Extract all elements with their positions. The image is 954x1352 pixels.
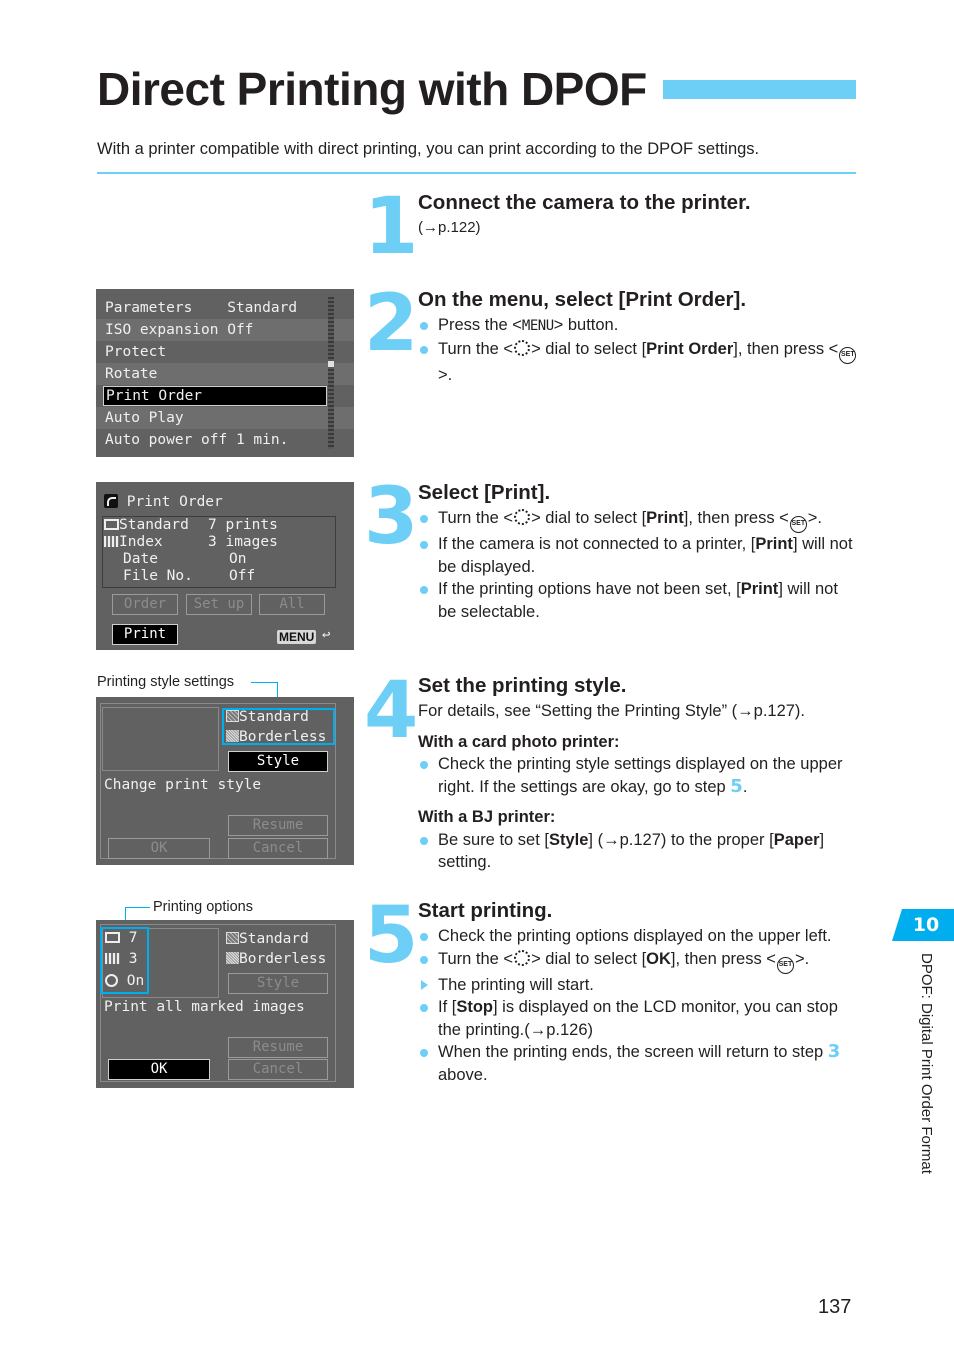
step-4-heading: Set the printing style. [418, 674, 627, 697]
step-ref: 3 [827, 1041, 841, 1062]
list-item: If the camera is not connected to a prin… [418, 533, 858, 578]
menu-row: Parameters Standard [105, 300, 298, 316]
set-button-icon: SET [776, 956, 794, 974]
step-4: Set the printing style. For details, see… [418, 674, 858, 874]
step-4-intro: For details, see “Setting the Printing S… [418, 702, 806, 720]
step-1: Connect the camera to the printer. (→p.1… [418, 191, 858, 240]
set-up-button[interactable]: Set up [186, 594, 252, 615]
bullet-icon [420, 836, 428, 845]
step-3: Select [Print]. Turn the < > dial to sele… [418, 481, 858, 623]
bullet-icon [420, 1049, 428, 1057]
callout-line [251, 682, 278, 683]
set-button-icon: SET [789, 516, 807, 533]
ok-button[interactable]: OK [108, 1059, 210, 1080]
step-number-3: 3 [364, 472, 419, 562]
list-item: Turn the < > dial to select [Print Order]… [418, 338, 858, 387]
menu-button-label: MENU [521, 318, 554, 334]
lcd-message: Print all marked images [104, 999, 305, 1015]
menu-row: Rotate [96, 363, 354, 385]
printing-style-settings-callout: Printing style settings [97, 674, 235, 690]
step-2: On the menu, select [Print Order]. Press… [418, 288, 858, 386]
style-button[interactable]: Style [228, 751, 328, 772]
list-item: Check the printing options displayed on … [418, 925, 858, 948]
bullet-icon [420, 541, 428, 549]
bullet-icon [420, 345, 428, 354]
cancel-button[interactable]: Cancel [228, 838, 328, 859]
standard-print-icon [104, 519, 119, 530]
main-dial-icon [514, 949, 531, 966]
step-ref: 5 [730, 775, 743, 797]
step-1-heading: Connect the camera to the printer. [418, 191, 751, 214]
bullet-icon [420, 586, 428, 594]
bj-printer-subheading: With a BJ printer: [418, 808, 556, 826]
bullet-icon [420, 515, 428, 523]
card-photo-printer-subheading: With a card photo printer: [418, 732, 620, 751]
printing-style-highlight [222, 708, 335, 745]
step-number-1: 1 [364, 182, 419, 272]
menu-row-selected: Print Order [103, 386, 327, 406]
set-button-icon: SET [839, 346, 857, 364]
bullet-icon [420, 955, 428, 964]
main-dial-icon [514, 339, 531, 356]
printing-options-callout: Printing options [153, 899, 253, 915]
step-1-ref: (→p.122) [418, 219, 481, 236]
page-title: Direct Printing with DPOF [97, 63, 647, 115]
step-3-heading: Select [Print]. [418, 481, 551, 504]
list-item: Be sure to set [Style] (→p.127) to the p… [418, 829, 858, 874]
bullet-icon [420, 933, 428, 941]
menu-row: Auto Play [96, 407, 354, 429]
borderless-paper-icon [226, 952, 239, 964]
cancel-button[interactable]: Cancel [228, 1059, 328, 1080]
lcd-print-order-screen: Print Order Standard 7 prints Index 3 im… [96, 482, 354, 650]
print-icon [104, 494, 118, 508]
header-divider [97, 172, 856, 174]
style-button[interactable]: Style [228, 973, 328, 994]
step-5: Start printing. Check the printing optio… [418, 899, 858, 1086]
print-button[interactable]: Print [112, 624, 178, 645]
resume-button[interactable]: Resume [228, 1037, 328, 1058]
list-item: If the printing options have not been se… [418, 578, 858, 623]
bullet-icon [420, 761, 428, 769]
list-item: The printing will start. [418, 974, 858, 997]
bullet-icon [420, 1004, 428, 1012]
chapter-label: DPOF: Digital Print Order Format [918, 953, 935, 1174]
step-5-heading: Start printing. [418, 899, 553, 922]
menu-row: Auto power off 1 min. [105, 432, 289, 448]
list-item: If [Stop] is displayed on the LCD monito… [418, 996, 858, 1041]
result-arrow-icon [421, 979, 428, 990]
index-print-icon [104, 536, 119, 547]
menu-badge: MENU [277, 630, 317, 644]
menu-scrollbar [328, 297, 334, 449]
list-item: Check the printing style settings displa… [418, 753, 858, 798]
list-item: When the printing ends, the screen will … [418, 1041, 858, 1086]
page-number: 137 [818, 1296, 852, 1318]
list-item: Press the <MENU> button. [418, 314, 858, 338]
lcd-menu-screen: Parameters Standard ISO expansion Off Pr… [96, 289, 354, 457]
order-button[interactable]: Order [112, 594, 178, 615]
standard-paper-icon [226, 932, 239, 944]
printing-options-highlight [100, 927, 149, 994]
return-icon: ↩ [322, 627, 331, 643]
step-number-4: 4 [364, 666, 419, 756]
list-item: Turn the < > dial to select [Print], then… [418, 507, 858, 533]
list-item: Turn the < > dial to select [OK], then pr… [418, 948, 858, 974]
callout-line [125, 907, 150, 908]
ok-button[interactable]: OK [108, 838, 210, 859]
lcd-message: Change print style [104, 777, 262, 793]
chapter-tab: 10 [892, 909, 954, 941]
menu-row: Protect [105, 344, 167, 360]
all-button[interactable]: All [259, 594, 325, 615]
resume-button[interactable]: Resume [228, 815, 328, 836]
menu-scroll-thumb [328, 361, 334, 367]
main-dial-icon [514, 509, 531, 525]
step-number-2: 2 [364, 279, 419, 369]
intro-text: With a printer compatible with direct pr… [97, 140, 760, 158]
title-accent-bar [663, 80, 856, 99]
menu-row: ISO expansion Off [96, 319, 354, 341]
print-order-title: Print Order [126, 494, 223, 510]
bullet-icon [420, 322, 428, 330]
step-number-5: 5 [364, 891, 419, 981]
step-2-heading: On the menu, select [Print Order]. [418, 288, 747, 311]
